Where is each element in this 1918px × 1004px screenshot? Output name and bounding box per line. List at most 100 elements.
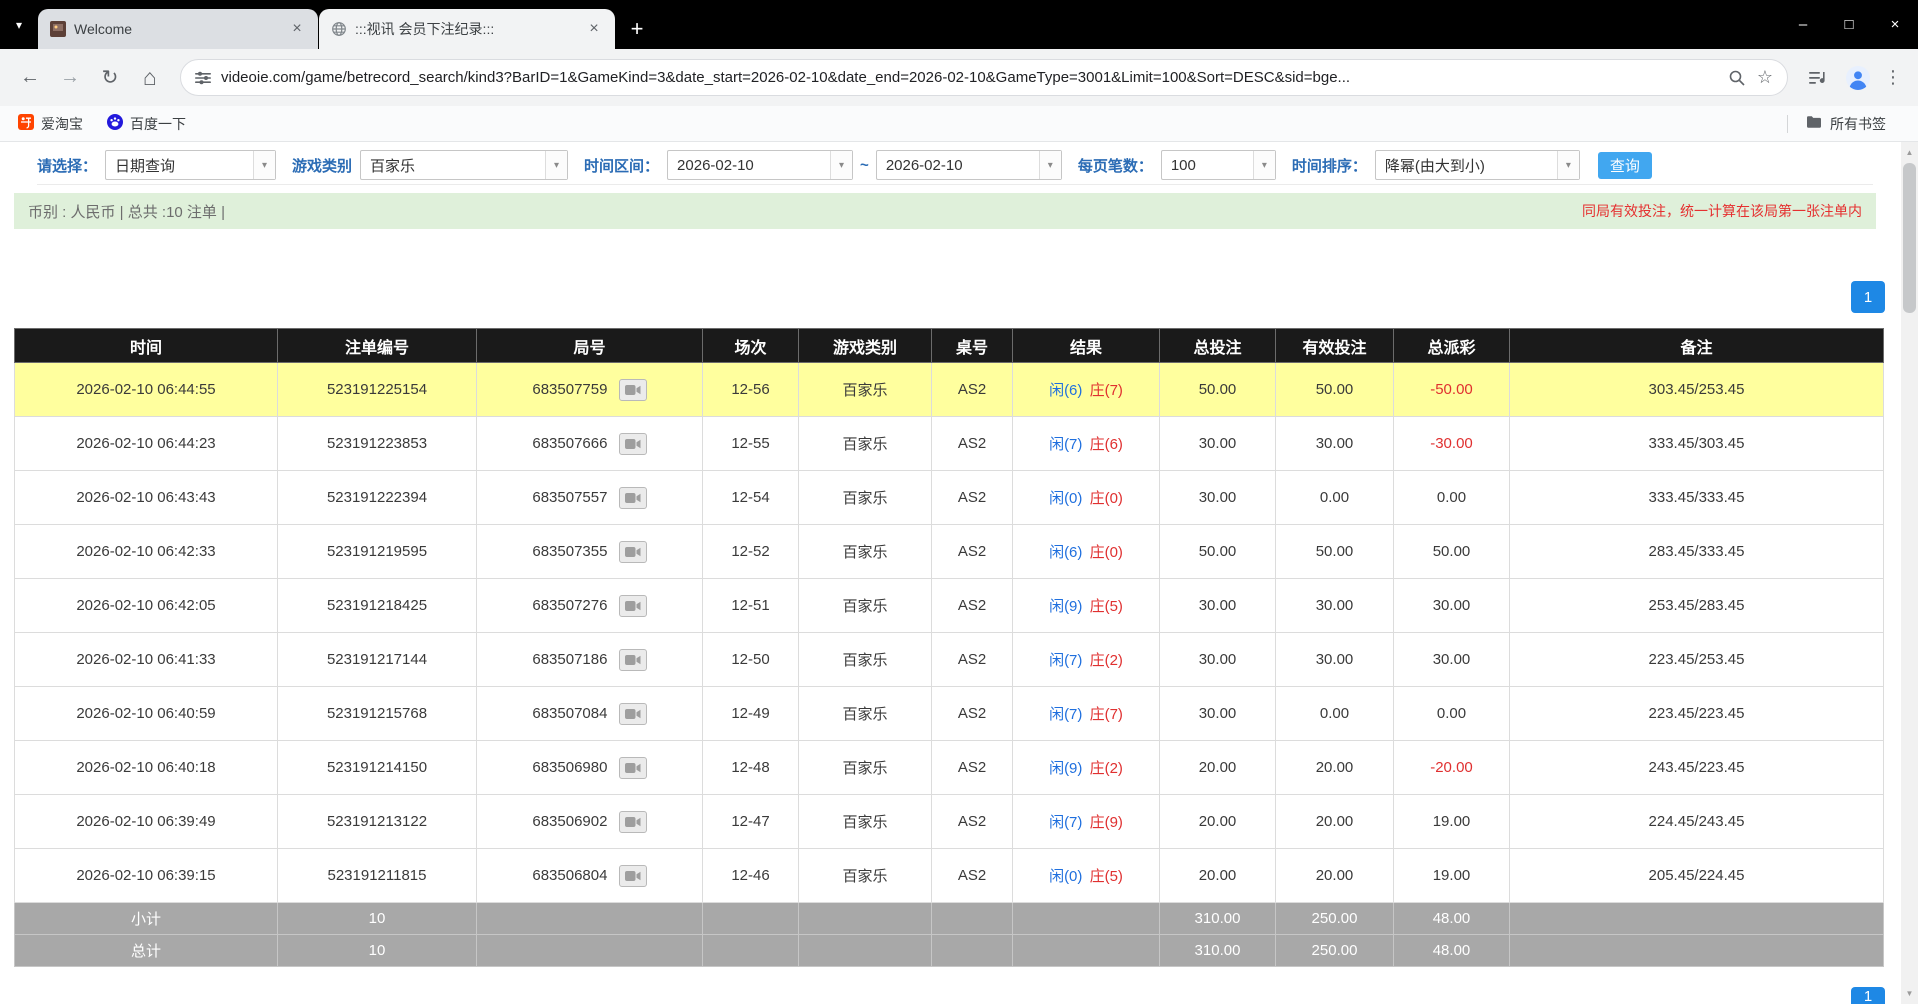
- video-replay-button[interactable]: [619, 757, 647, 779]
- video-replay-button[interactable]: [619, 865, 647, 887]
- zoom-icon[interactable]: [1723, 69, 1751, 87]
- date-end-input[interactable]: 2026-02-10 ▾: [876, 150, 1062, 180]
- cell-result: 闲(7) 庄(6): [1013, 417, 1160, 471]
- close-icon[interactable]: ×: [288, 20, 306, 38]
- result-banker: 庄(7): [1090, 382, 1123, 399]
- video-replay-button[interactable]: [619, 487, 647, 509]
- subtotal-count: 10: [278, 903, 477, 935]
- media-controls-icon[interactable]: [1801, 61, 1835, 95]
- close-icon[interactable]: ×: [585, 20, 603, 38]
- per-page-input[interactable]: 100 ▾: [1161, 150, 1276, 180]
- cell-total-bet[interactable]: 50.00: [1160, 525, 1276, 579]
- refresh-button[interactable]: ↻: [93, 61, 127, 95]
- sort-select[interactable]: 降幂(由大到小) ▾: [1375, 150, 1580, 180]
- vertical-scrollbar[interactable]: ▲ ▼: [1901, 142, 1918, 1004]
- cell-time: 2026-02-10 06:40:18: [15, 741, 278, 795]
- result-player: 闲(6): [1049, 382, 1082, 399]
- cell-total-bet[interactable]: 20.00: [1160, 849, 1276, 903]
- new-tab-button[interactable]: +: [616, 9, 658, 49]
- back-button[interactable]: ←: [13, 61, 47, 95]
- result-player: 闲(7): [1049, 436, 1082, 453]
- empty-cell: [1013, 903, 1160, 935]
- empty-cell: [799, 903, 932, 935]
- divider: [1787, 115, 1788, 133]
- bookmark-aitaobao[interactable]: 爱淘宝: [18, 114, 83, 134]
- scroll-up-icon[interactable]: ▲: [1901, 144, 1918, 161]
- video-replay-button[interactable]: [619, 541, 647, 563]
- video-replay-button[interactable]: [619, 433, 647, 455]
- table-row: 2026-02-10 06:44:23 523191223853 6835076…: [15, 417, 1884, 471]
- cell-total-bet[interactable]: 30.00: [1160, 417, 1276, 471]
- pagination-page-1-bottom[interactable]: 1: [1851, 987, 1885, 1004]
- cell-total-bet[interactable]: 30.00: [1160, 471, 1276, 525]
- tab-bet-record[interactable]: :::视讯 会员下注纪录::: ×: [319, 9, 615, 49]
- date-end-value: 2026-02-10: [877, 151, 1039, 179]
- round-id-value: 683507666: [532, 434, 607, 451]
- window-close-button[interactable]: ×: [1872, 0, 1918, 49]
- cell-total-bet[interactable]: 30.00: [1160, 687, 1276, 741]
- cell-time: 2026-02-10 06:39:49: [15, 795, 278, 849]
- scroll-down-icon[interactable]: ▼: [1901, 985, 1918, 1002]
- date-start-input[interactable]: 2026-02-10 ▾: [667, 150, 853, 180]
- tab-search-button[interactable]: ▾: [0, 0, 38, 49]
- cell-session: 12-55: [703, 417, 799, 471]
- cell-total-bet[interactable]: 20.00: [1160, 795, 1276, 849]
- cell-session: 12-47: [703, 795, 799, 849]
- empty-cell: [1510, 935, 1884, 967]
- cell-game-type: 百家乐: [799, 363, 932, 417]
- cell-game-type: 百家乐: [799, 525, 932, 579]
- navigation-bar: ← → ↻ ⌂ videoie.com/game/betrecord_searc…: [0, 49, 1918, 106]
- grand-total-valid-bet: 250.00: [1276, 935, 1394, 967]
- bookmark-label: 爱淘宝: [41, 114, 83, 134]
- cell-game-type: 百家乐: [799, 417, 932, 471]
- bookmark-star-icon[interactable]: ☆: [1751, 67, 1779, 88]
- maximize-button[interactable]: □: [1826, 0, 1872, 49]
- query-type-select[interactable]: 日期查询 ▾: [105, 150, 276, 180]
- video-replay-button[interactable]: [619, 703, 647, 725]
- scrollbar-thumb[interactable]: [1903, 163, 1916, 313]
- dropdown-arrow-icon: ▾: [830, 151, 852, 179]
- cell-session: 12-54: [703, 471, 799, 525]
- video-icon: [625, 654, 641, 666]
- all-bookmarks-button[interactable]: 所有书签: [1787, 114, 1900, 134]
- video-replay-button[interactable]: [619, 811, 647, 833]
- url-text[interactable]: videoie.com/game/betrecord_search/kind3?…: [221, 69, 1723, 86]
- minimize-button[interactable]: –: [1780, 0, 1826, 49]
- video-icon: [625, 546, 641, 558]
- sort-label: 时间排序：: [1292, 155, 1367, 176]
- video-replay-button[interactable]: [619, 595, 647, 617]
- page-content: 请选择： 日期查询 ▾ 游戏类别 百家乐 ▾ 时间区间： 2026-02-10 …: [0, 142, 1918, 1004]
- url-bar[interactable]: videoie.com/game/betrecord_search/kind3?…: [180, 59, 1788, 96]
- home-button[interactable]: ⌂: [133, 61, 167, 95]
- cell-total-bet[interactable]: 30.00: [1160, 579, 1276, 633]
- cell-total-bet[interactable]: 20.00: [1160, 741, 1276, 795]
- browser-menu-button[interactable]: ⋮: [1878, 67, 1908, 88]
- result-banker: 庄(5): [1090, 598, 1123, 615]
- result-banker: 庄(5): [1090, 868, 1123, 885]
- cell-total-bet[interactable]: 50.00: [1160, 363, 1276, 417]
- dropdown-arrow-icon: ▾: [1557, 151, 1579, 179]
- cell-time: 2026-02-10 06:40:59: [15, 687, 278, 741]
- profile-avatar[interactable]: [1841, 61, 1875, 95]
- cell-table-no: AS2: [932, 471, 1013, 525]
- cell-total-bet[interactable]: 30.00: [1160, 633, 1276, 687]
- chevron-down-icon: ▾: [16, 18, 22, 32]
- site-settings-icon[interactable]: [189, 70, 217, 86]
- header-total-bet: 总投注: [1160, 329, 1276, 363]
- search-button[interactable]: 查询: [1598, 152, 1652, 179]
- video-replay-button[interactable]: [619, 649, 647, 671]
- bookmark-baidu[interactable]: 百度一下: [107, 114, 186, 134]
- cell-note: 243.45/223.45: [1510, 741, 1884, 795]
- pagination-page-1[interactable]: 1: [1851, 281, 1885, 313]
- empty-cell: [1510, 903, 1884, 935]
- forward-button[interactable]: →: [53, 61, 87, 95]
- cell-valid-bet: 20.00: [1276, 741, 1394, 795]
- game-category-select[interactable]: 百家乐 ▾: [360, 150, 568, 180]
- tab-welcome[interactable]: Welcome ×: [38, 9, 318, 49]
- result-banker: 庄(7): [1090, 706, 1123, 723]
- video-replay-button[interactable]: [619, 379, 647, 401]
- empty-cell: [703, 935, 799, 967]
- currency-summary: 币别 : 人民币 | 总共 :10 注单 |: [28, 201, 225, 222]
- cell-table-no: AS2: [932, 633, 1013, 687]
- cell-time: 2026-02-10 06:43:43: [15, 471, 278, 525]
